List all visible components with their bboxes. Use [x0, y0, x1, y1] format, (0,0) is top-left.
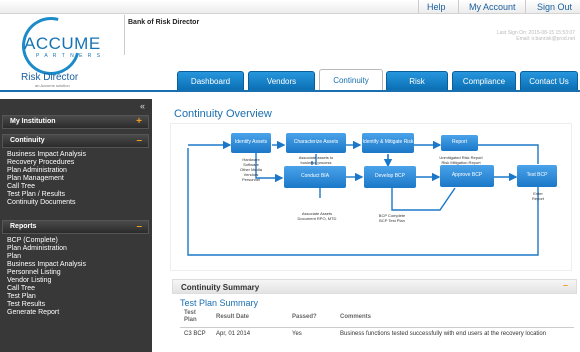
cell-result-date: Apr, 01 2014: [216, 331, 251, 337]
column-header-test-plan: Test Plan: [184, 310, 197, 324]
flow-box-approve-bcp[interactable]: Approve BCP: [440, 165, 494, 187]
cell-comments: Business functions tested successfully w…: [340, 331, 547, 337]
flow-box-identify-assets[interactable]: Identify Assets: [231, 133, 271, 153]
cell-test-plan: C3 BCP: [184, 331, 206, 337]
minimize-icon[interactable]: –: [563, 280, 568, 290]
column-header-comments: Comments: [340, 314, 372, 320]
column-header-result-date: Result Date: [216, 314, 250, 320]
note-identify-assets: Hardware Software Other Media Vendors Pe…: [239, 157, 262, 182]
test-plan-summary-title: Test Plan Summary: [180, 298, 259, 308]
table-header-divider: [180, 327, 574, 328]
flow-box-characterize-assets[interactable]: Characterize Assets: [286, 133, 346, 153]
cell-passed: Yes: [292, 331, 302, 337]
note-test-bcp: Enter Report: [531, 191, 544, 201]
flow-box-conduct-bia[interactable]: Conduct BIA: [284, 166, 346, 188]
flow-box-test-bcp[interactable]: Test BCP: [517, 165, 557, 187]
summary-header: Continuity Summary: [172, 279, 577, 294]
note-report: Unmitigated Risk Report Risk Mitigation …: [439, 155, 483, 165]
column-header-passed: Passed?: [292, 314, 317, 320]
flow-box-develop-bcp[interactable]: Develop BCP: [364, 166, 416, 188]
note-develop-bcp: BCP Complete BCP Test Plan: [378, 213, 406, 223]
note-characterize-assets: Associate assets to business process: [298, 155, 334, 165]
flow-box-identify-mitigate-risk[interactable]: Identify & Mitigate Risk: [362, 133, 414, 153]
note-conduct-bia: Associate Assets Document RPO, MTD: [297, 211, 337, 221]
flow-box-report[interactable]: Report: [441, 135, 478, 151]
